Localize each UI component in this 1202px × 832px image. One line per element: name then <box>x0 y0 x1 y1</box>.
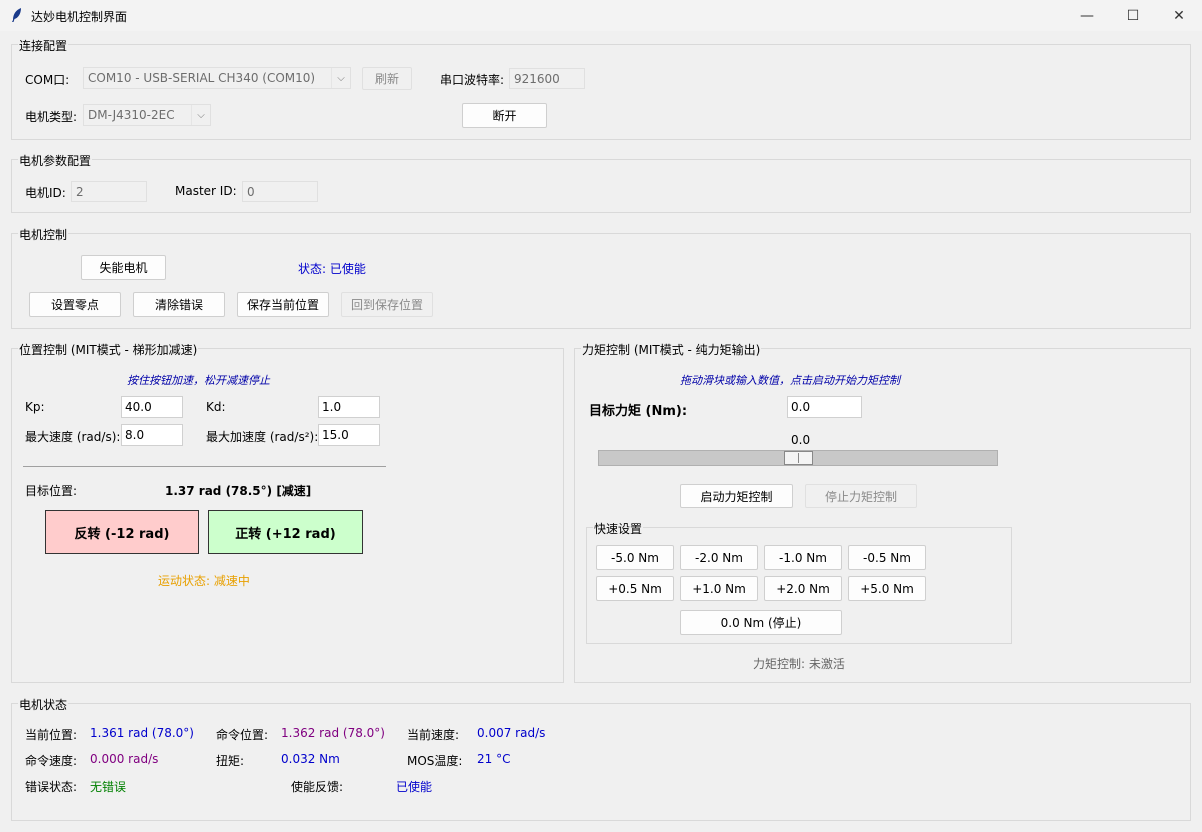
reverse-button[interactable]: 反转 (-12 rad) <box>45 510 199 554</box>
close-button[interactable]: ✕ <box>1156 0 1202 31</box>
status-legend: 电机状态 <box>18 696 69 713</box>
forward-button[interactable]: 正转 (+12 rad) <box>208 510 363 554</box>
error-status-label: 错误状态: <box>25 780 78 794</box>
params-legend: 电机参数配置 <box>18 152 93 169</box>
enable-feedback-label: 使能反馈: <box>291 780 344 794</box>
title-bar <box>0 0 1202 31</box>
maximize-icon: ☐ <box>1126 7 1140 24</box>
current-position-label: 当前位置: <box>25 728 78 742</box>
com-select-value: COM10 - USB-SERIAL CH340 (COM10) <box>88 71 316 85</box>
stop-torque-button[interactable]: 停止力矩控制 <box>805 484 917 508</box>
baud-field[interactable]: 921600 <box>509 68 585 89</box>
error-status-value: 无错误 <box>90 780 127 794</box>
target-position-label: 目标位置: <box>25 484 78 498</box>
disable-motor-button[interactable]: 失能电机 <box>81 255 166 280</box>
torque-legend: 力矩控制 (MIT模式 - 纯力矩输出) <box>581 341 762 358</box>
kp-label: Kp: <box>25 400 45 414</box>
command-position-label: 命令位置: <box>216 728 269 742</box>
start-torque-button[interactable]: 启动力矩控制 <box>680 484 793 508</box>
status-frame <box>11 703 1191 821</box>
minimize-button[interactable]: — <box>1064 0 1110 31</box>
chevron-down-icon: ⌵ <box>191 105 210 125</box>
mos-temp-label: MOS温度: <box>407 754 463 768</box>
set-zero-button[interactable]: 设置零点 <box>29 292 121 317</box>
quick-set-button[interactable]: -5.0 Nm <box>596 545 674 570</box>
quick-set-button[interactable]: +1.0 Nm <box>680 576 758 601</box>
torque-label: 扭矩: <box>216 754 245 768</box>
chevron-down-icon: ⌵ <box>331 68 350 88</box>
target-position-value: 1.37 rad (78.5°) [减速] <box>165 484 312 498</box>
target-torque-input[interactable]: 0.0 <box>787 396 862 418</box>
quick-set-button[interactable]: -2.0 Nm <box>680 545 758 570</box>
current-velocity-label: 当前速度: <box>407 728 460 742</box>
motion-status: 运动状态: 减速中 <box>158 574 250 588</box>
quick-set-button[interactable]: +0.5 Nm <box>596 576 674 601</box>
mos-temp-value: 21 °C <box>477 752 511 766</box>
vmax-label: 最大速度 (rad/s): <box>25 430 121 444</box>
quick-set-button[interactable]: -1.0 Nm <box>764 545 842 570</box>
slider-thumb[interactable] <box>784 451 813 465</box>
motor-id-label: 电机ID: <box>25 186 66 200</box>
clear-error-button[interactable]: 清除错误 <box>133 292 225 317</box>
command-position-value: 1.362 rad (78.0°) <box>281 726 385 740</box>
connection-legend: 连接配置 <box>18 37 69 54</box>
zero-torque-button[interactable]: 0.0 Nm (停止) <box>680 610 842 635</box>
target-torque-label: 目标力矩 (Nm): <box>589 404 688 419</box>
current-velocity-value: 0.007 rad/s <box>477 726 546 740</box>
torque-value: 0.032 Nm <box>281 752 340 766</box>
com-select[interactable]: COM10 - USB-SERIAL CH340 (COM10) ⌵ <box>83 67 351 89</box>
separator <box>23 466 386 467</box>
command-velocity-value: 0.000 rad/s <box>90 752 159 766</box>
amax-label: 最大加速度 (rad/s²): <box>206 430 319 444</box>
torque-slider[interactable] <box>598 450 998 466</box>
vmax-input[interactable]: 8.0 <box>121 424 183 446</box>
control-legend: 电机控制 <box>18 226 69 243</box>
quick-set-button[interactable]: -0.5 Nm <box>848 545 926 570</box>
kd-input[interactable]: 1.0 <box>318 396 380 418</box>
slider-thumb-grip <box>798 453 799 463</box>
quick-set-button[interactable]: +5.0 Nm <box>848 576 926 601</box>
master-id-label: Master ID: <box>175 184 237 198</box>
disconnect-button[interactable]: 断开 <box>462 103 547 128</box>
motor-type-value: DM-J4310-2EC <box>88 108 175 122</box>
master-id-field[interactable]: 0 <box>242 181 318 202</box>
torque-status: 力矩控制: 未激活 <box>753 657 845 671</box>
goto-saved-button[interactable]: 回到保存位置 <box>341 292 433 317</box>
torque-hint: 拖动滑块或输入数值，点击启动开始力矩控制 <box>680 374 900 387</box>
quick-set-button[interactable]: +2.0 Nm <box>764 576 842 601</box>
enable-feedback-value: 已使能 <box>396 780 433 794</box>
motor-type-select[interactable]: DM-J4310-2EC ⌵ <box>83 104 211 126</box>
position-legend: 位置控制 (MIT模式 - 梯形加减速) <box>18 341 199 358</box>
slider-value: 0.0 <box>791 433 811 447</box>
close-icon: ✕ <box>1173 7 1185 24</box>
motor-type-label: 电机类型: <box>25 110 78 124</box>
amax-input[interactable]: 15.0 <box>318 424 380 446</box>
current-position-value: 1.361 rad (78.0°) <box>90 726 194 740</box>
window-title: 达妙电机控制界面 <box>31 10 128 24</box>
baud-label: 串口波特率: <box>440 73 505 87</box>
enable-status: 状态: 已使能 <box>298 262 366 276</box>
motor-id-field[interactable]: 2 <box>71 181 147 202</box>
feather-icon <box>12 8 21 22</box>
maximize-button[interactable]: ☐ <box>1110 0 1156 31</box>
save-position-button[interactable]: 保存当前位置 <box>237 292 329 317</box>
com-label: COM口: <box>25 73 70 87</box>
command-velocity-label: 命令速度: <box>25 754 78 768</box>
kp-input[interactable]: 40.0 <box>121 396 183 418</box>
kd-label: Kd: <box>206 400 226 414</box>
quick-set-legend: 快速设置 <box>593 520 644 537</box>
position-hint: 按住按钮加速，松开减速停止 <box>127 374 270 387</box>
minimize-icon: — <box>1080 7 1094 24</box>
refresh-button[interactable]: 刷新 <box>362 67 412 90</box>
